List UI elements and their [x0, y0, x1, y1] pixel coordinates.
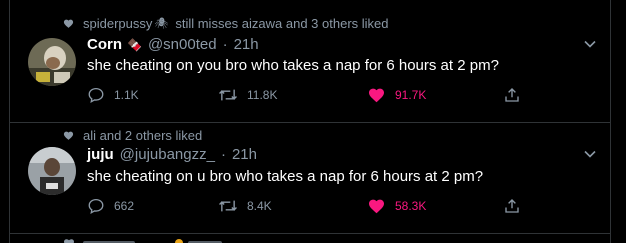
tweet-actions: 662 8.4K 58.3K [87, 197, 527, 217]
social-text: still misses aizawa and 3 others liked [175, 16, 389, 31]
retweet-button[interactable]: 8.4K [218, 197, 272, 215]
tweet-header: Corn 🍫 @sn00ted · 21h [87, 36, 259, 53]
chevron-down-icon[interactable] [584, 149, 596, 159]
tweet-card-partial [10, 236, 610, 243]
reply-icon [88, 87, 104, 104]
avatar[interactable] [28, 147, 76, 195]
avatar-image [28, 147, 76, 195]
cropped-social-context [64, 239, 222, 243]
user-handle[interactable]: @sn00ted [148, 36, 217, 53]
tweet-text: she cheating on u bro who takes a nap fo… [87, 168, 484, 185]
tweet-time[interactable]: 21h [234, 36, 259, 53]
timeline-border-right [610, 0, 611, 243]
heart-filled-icon [369, 88, 384, 103]
separator-dot: · [220, 146, 226, 163]
social-context[interactable]: spiderpussy 🕷 still misses aizawa and 3 … [63, 16, 389, 31]
tweet-text: she cheating on you bro who takes a nap … [87, 57, 499, 74]
separator-dot: · [222, 36, 228, 53]
share-button[interactable] [503, 86, 530, 104]
heart-icon [63, 19, 74, 28]
like-count: 91.7K [395, 88, 427, 102]
display-name[interactable]: Corn [87, 36, 122, 53]
heart-icon [63, 131, 74, 140]
reply-count: 662 [114, 199, 135, 213]
tweet-actions: 1.1K 11.8K 91.7K [87, 86, 527, 106]
display-name[interactable]: juju [87, 146, 114, 163]
retweet-count: 8.4K [247, 199, 272, 213]
retweet-button[interactable]: 11.8K [218, 86, 277, 104]
like-count: 58.3K [395, 199, 427, 213]
tweet-time[interactable]: 21h [232, 146, 257, 163]
tweet-card[interactable]: ali and 2 others liked juju @jujubangzz_… [10, 123, 610, 233]
reply-icon [88, 198, 104, 215]
like-button[interactable]: 58.3K [367, 197, 426, 215]
social-text: ali and 2 others liked [83, 128, 203, 143]
like-button[interactable]: 91.7K [367, 86, 426, 104]
reply-button[interactable]: 662 [87, 197, 134, 215]
avatar-image [28, 38, 76, 86]
share-button[interactable] [503, 197, 530, 215]
retweet-icon [219, 200, 237, 212]
retweet-count: 11.8K [247, 88, 278, 102]
tweet-card[interactable]: spiderpussy 🕷 still misses aizawa and 3 … [10, 0, 610, 122]
social-user[interactable]: spiderpussy [83, 16, 152, 31]
chevron-down-icon[interactable] [584, 39, 596, 49]
heart-filled-icon [369, 199, 384, 214]
retweet-icon [219, 89, 237, 101]
spider-icon: 🕷 [154, 18, 169, 30]
avatar[interactable] [28, 38, 76, 86]
share-icon [505, 88, 519, 102]
chocolate-emoji-icon: 🍫 [127, 37, 142, 52]
tweet-divider [10, 233, 610, 234]
social-context[interactable]: ali and 2 others liked [63, 128, 202, 143]
tweet-header: juju @jujubangzz_ · 21h [87, 146, 257, 163]
reply-button[interactable]: 1.1K [87, 86, 139, 104]
share-icon [505, 199, 519, 213]
user-handle[interactable]: @jujubangzz_ [120, 146, 215, 163]
reply-count: 1.1K [114, 88, 139, 102]
